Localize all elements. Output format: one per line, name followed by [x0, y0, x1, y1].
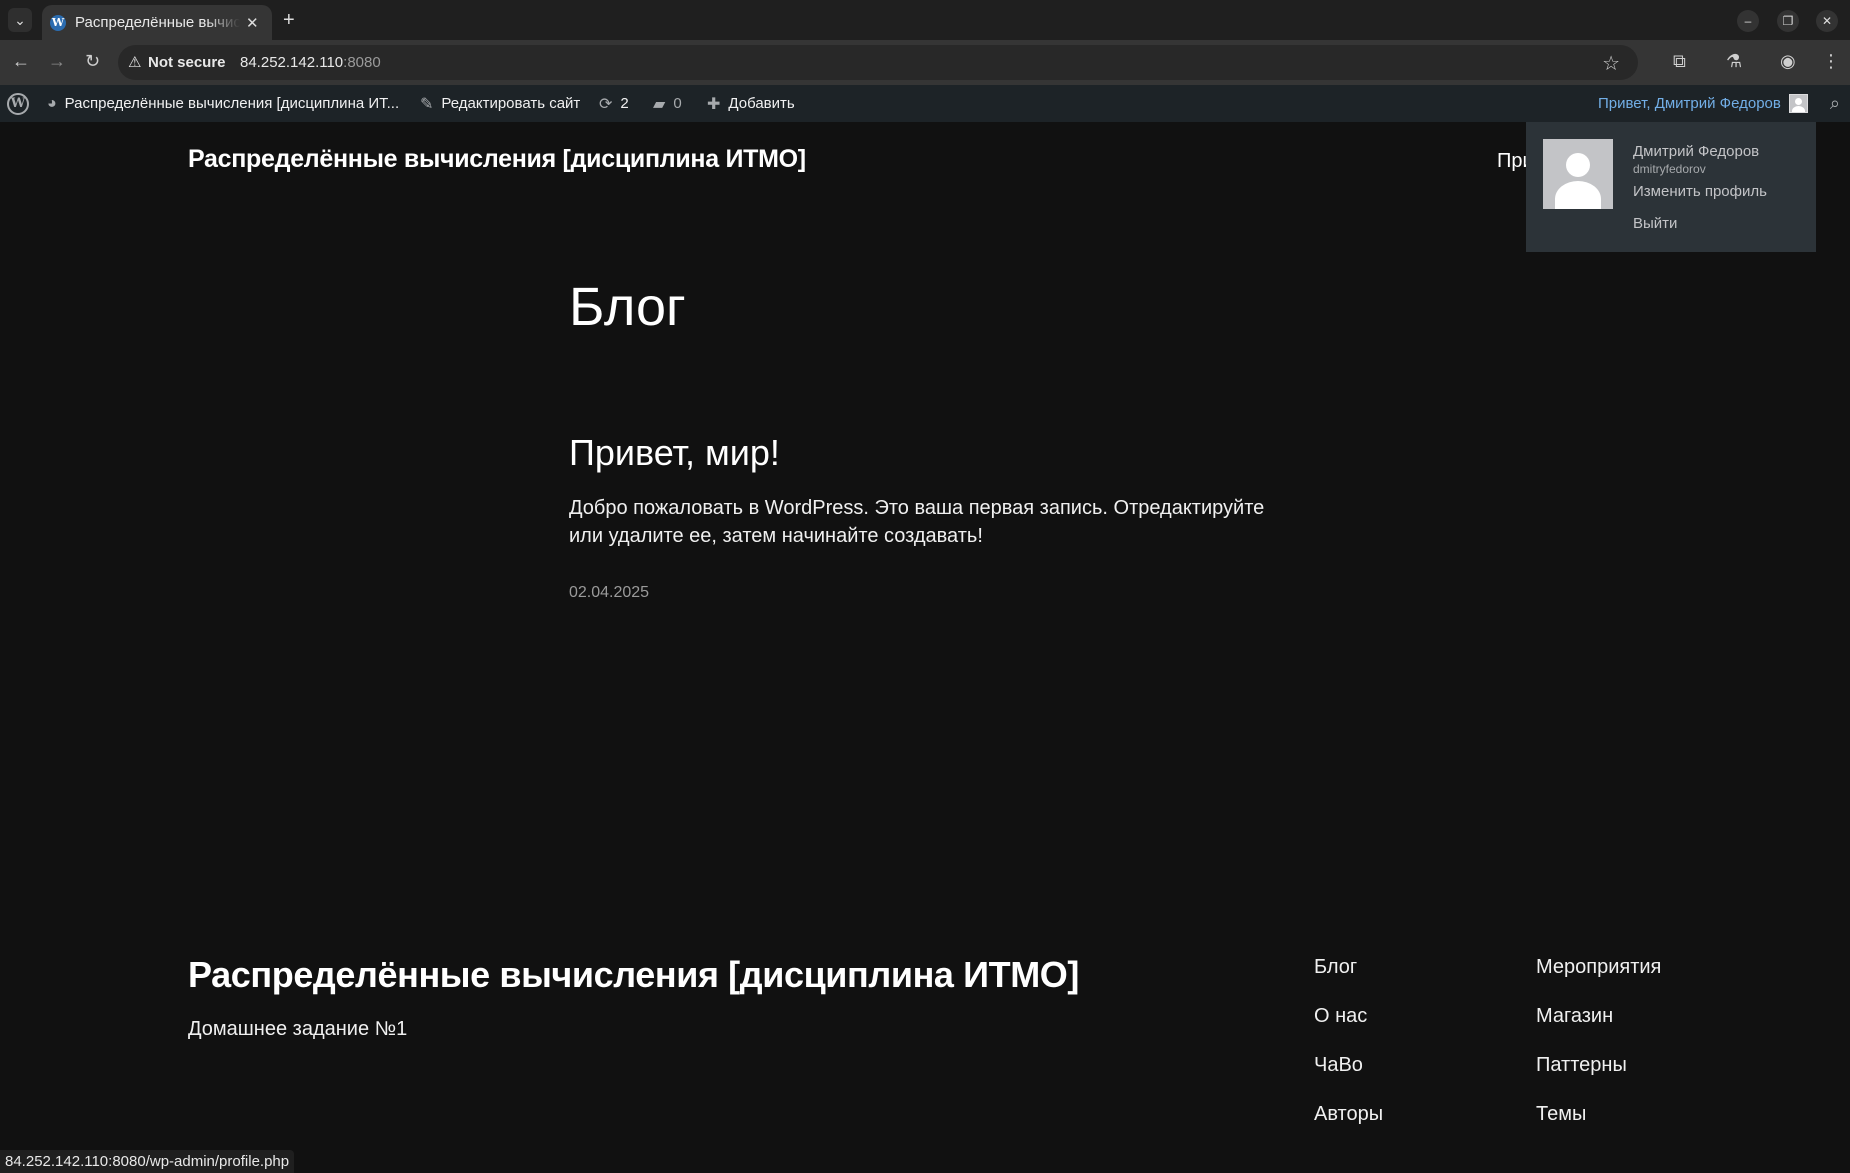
profile-icon[interactable]: ◉: [1780, 51, 1796, 72]
user-account-dropdown: Дмитрий Федоров dmitryfedorov Изменить п…: [1526, 122, 1816, 252]
reload-icon[interactable]: ↻: [85, 51, 100, 72]
browser-menu-icon[interactable]: ⋮: [1822, 51, 1840, 72]
avatar: [1788, 94, 1808, 113]
brush-icon: ✎: [420, 95, 434, 113]
edit-site-label: Редактировать сайт: [441, 95, 581, 112]
wp-admin-bar: W ◕ Распределённые вычисления [дисциплин…: [0, 85, 1850, 122]
extensions-icon[interactable]: ⧉: [1673, 51, 1686, 72]
updates-count: 2: [620, 95, 629, 112]
forward-icon[interactable]: →: [48, 51, 66, 72]
window-close-icon[interactable]: ✕: [1816, 10, 1838, 32]
bookmark-star-icon[interactable]: ☆: [1602, 51, 1620, 76]
avatar-body-shape: [1555, 181, 1601, 209]
footer-link-authors[interactable]: Авторы: [1314, 1103, 1383, 1126]
footer-link-themes[interactable]: Темы: [1536, 1103, 1586, 1126]
url-host: 84.252.142.110: [240, 54, 344, 71]
avatar-head-shape: [1566, 153, 1590, 177]
restore-icon[interactable]: ❐: [1777, 10, 1799, 32]
admin-bar-updates[interactable]: ⟳ 2: [599, 85, 629, 122]
comments-count: 0: [673, 95, 682, 112]
plus-icon: ✚: [707, 95, 721, 113]
footer-link-about[interactable]: О нас: [1314, 1005, 1367, 1028]
url-port: :8080: [343, 54, 381, 71]
wp-logo-menu[interactable]: W: [7, 85, 29, 122]
site-title[interactable]: Распределённые вычисления [дисциплина ИТ…: [188, 145, 806, 174]
post-date[interactable]: 02.04.2025: [569, 584, 649, 602]
new-tab-icon[interactable]: +: [283, 9, 295, 32]
address-bar[interactable]: ⚠ Not secure 84.252.142.110:8080 ☆: [118, 45, 1638, 80]
add-new-label: Добавить: [728, 95, 795, 112]
footer-link-patterns[interactable]: Паттерны: [1536, 1054, 1627, 1077]
tab-close-icon[interactable]: ✕: [246, 14, 259, 32]
admin-bar-comments[interactable]: ▰ 0: [653, 85, 682, 122]
dashboard-icon: ◕: [47, 94, 57, 112]
footer-link-shop[interactable]: Магазин: [1536, 1005, 1613, 1028]
logout-link[interactable]: Выйти: [1633, 215, 1677, 232]
footer-link-blog[interactable]: Блог: [1314, 956, 1357, 979]
back-icon[interactable]: ←: [12, 51, 30, 72]
admin-bar-site-name[interactable]: ◕ Распределённые вычисления [дисциплина …: [47, 85, 399, 122]
footer-site-title[interactable]: Распределённые вычисления [дисциплина ИТ…: [188, 954, 1079, 996]
user-login: dmitryfedorov: [1633, 162, 1706, 176]
edit-profile-link[interactable]: Изменить профиль: [1633, 183, 1767, 200]
site-name-label: Распределённые вычисления [дисциплина ИТ…: [64, 95, 400, 112]
updates-icon: ⟳: [599, 95, 613, 113]
footer-tagline: Домашнее задание №1: [188, 1018, 408, 1040]
footer-link-faq[interactable]: ЧаВо: [1314, 1054, 1363, 1077]
tab-title: Распределённые вычисления [дисциплина ИТ…: [75, 14, 240, 31]
wordpress-favicon-icon: W: [50, 14, 66, 31]
wordpress-logo-icon: W: [7, 92, 29, 115]
footer-link-events[interactable]: Мероприятия: [1536, 956, 1661, 979]
page-title: Блог: [569, 277, 686, 337]
search-icon[interactable]: ⌕: [1830, 93, 1840, 114]
labs-icon[interactable]: ⚗: [1726, 51, 1742, 72]
not-secure-label[interactable]: Not secure: [148, 54, 226, 71]
browser-tab-bar: ⌄ W Распределённые вычисления [дисциплин…: [0, 0, 1850, 40]
comments-icon: ▰: [653, 95, 666, 113]
tab-list-button[interactable]: ⌄: [8, 8, 32, 32]
url-text[interactable]: 84.252.142.110:8080: [240, 54, 381, 71]
post-title[interactable]: Привет, мир!: [569, 432, 780, 474]
minimize-icon[interactable]: –: [1737, 10, 1759, 32]
admin-bar-edit-site[interactable]: ✎ Редактировать сайт: [420, 85, 580, 122]
status-url-bubble: 84.252.142.110:8080/wp-admin/profile.php: [0, 1150, 295, 1173]
user-display-name[interactable]: Дмитрий Федоров: [1633, 143, 1759, 160]
browser-tab[interactable]: W Распределённые вычисления [дисциплина …: [42, 5, 272, 40]
admin-bar-add-new[interactable]: ✚ Добавить: [707, 85, 795, 122]
warning-icon: ⚠: [128, 54, 142, 71]
user-avatar[interactable]: [1543, 139, 1613, 209]
greeting-label: Привет, Дмитрий Федоров: [1598, 95, 1781, 112]
admin-bar-my-account[interactable]: Привет, Дмитрий Федоров: [1598, 85, 1808, 122]
chevron-down-icon: ⌄: [14, 11, 26, 28]
post-excerpt: Добро пожаловать в WordPress. Это ваша п…: [569, 497, 1265, 547]
browser-toolbar: ← → ↻ ⚠ Not secure 84.252.142.110:8080 ☆…: [0, 40, 1850, 85]
